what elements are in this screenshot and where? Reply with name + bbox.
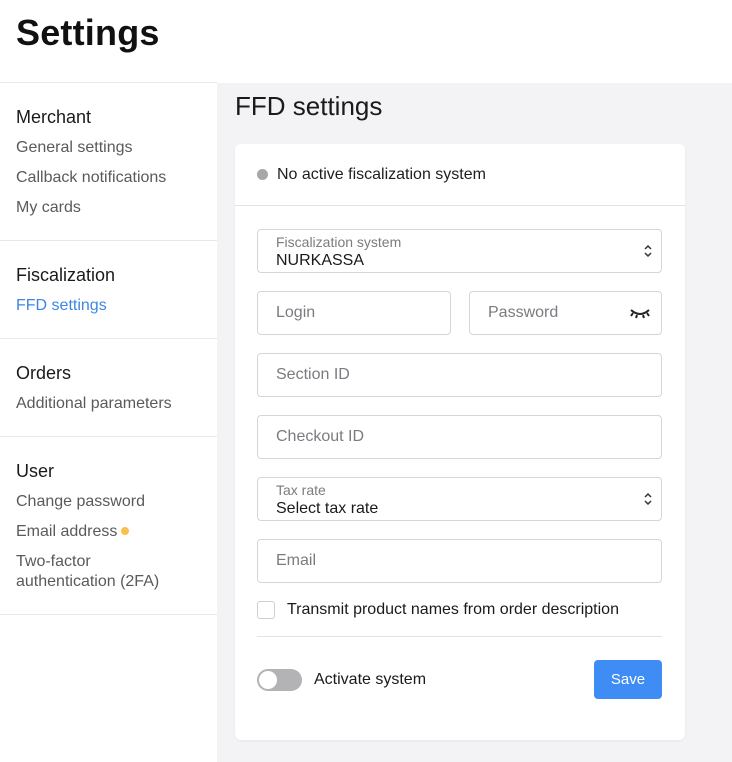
status-dot-icon — [257, 169, 268, 180]
sidebar-heading: Fiscalization — [16, 265, 116, 285]
password-placeholder: Password — [488, 304, 559, 321]
sidebar-section-orders: Orders Additional parameters — [0, 339, 217, 437]
select-arrows-icon — [644, 492, 652, 506]
fiscalization-system-select[interactable]: Fiscalization system NURKASSA — [257, 229, 662, 273]
sidebar-item-my-cards[interactable]: My cards — [16, 198, 201, 218]
sidebar-heading: Merchant — [16, 107, 92, 127]
sidebar-heading: User — [16, 461, 55, 481]
password-input[interactable]: Password — [469, 291, 662, 335]
section-id-placeholder: Section ID — [276, 366, 350, 383]
sidebar-item-email-address[interactable]: Email address — [16, 522, 201, 542]
email-placeholder: Email — [276, 552, 317, 569]
checkout-id-placeholder: Checkout ID — [276, 428, 365, 445]
sidebar-item-general-settings[interactable]: General settings — [16, 138, 201, 158]
tax-rate-select[interactable]: Tax rate Select tax rate — [257, 477, 662, 521]
checkout-id-input[interactable]: Checkout ID — [257, 415, 662, 459]
sidebar-heading: Orders — [16, 363, 72, 383]
save-button[interactable]: Save — [594, 660, 662, 699]
select-arrows-icon — [644, 244, 652, 258]
notification-dot — [121, 527, 130, 535]
page-title: Settings — [16, 12, 160, 53]
sidebar-section-user: User Change password Email address Two-f… — [0, 437, 217, 615]
transmit-product-names-label[interactable]: Transmit product names from order descri… — [287, 601, 619, 619]
sidebar-item-two-factor[interactable]: Two-factor authentication (2FA) — [16, 552, 186, 592]
section-id-input[interactable]: Section ID — [257, 353, 662, 397]
field-label: Tax rate — [276, 482, 326, 498]
section-title: FFD settings — [235, 91, 383, 121]
ffd-settings-card: No active fiscalization system Fiscaliza… — [235, 144, 685, 740]
transmit-product-names-checkbox[interactable] — [257, 601, 275, 619]
status-row: No active fiscalization system — [235, 144, 685, 206]
field-value: NURKASSA — [276, 252, 365, 269]
activate-system-label[interactable]: Activate system — [314, 671, 426, 689]
toggle-knob — [259, 671, 277, 689]
sidebar-item-label: Email address — [16, 523, 118, 540]
field-label: Fiscalization system — [276, 234, 402, 250]
login-input[interactable]: Login — [257, 291, 451, 335]
sidebar: Merchant General settings Callback notif… — [0, 83, 217, 762]
field-value: Select tax rate — [276, 500, 379, 517]
sidebar-item-callback-notifications[interactable]: Callback notifications — [16, 168, 201, 188]
main-content: FFD settings No active fiscalization sys… — [217, 83, 732, 762]
sidebar-item-ffd-settings[interactable]: FFD settings — [16, 296, 201, 316]
eye-closed-icon[interactable] — [629, 306, 651, 320]
email-input[interactable]: Email — [257, 539, 662, 583]
sidebar-item-additional-parameters[interactable]: Additional parameters — [16, 394, 201, 414]
sidebar-section-merchant: Merchant General settings Callback notif… — [0, 83, 217, 241]
activate-system-toggle[interactable] — [257, 669, 302, 691]
sidebar-item-change-password[interactable]: Change password — [16, 492, 201, 512]
login-placeholder: Login — [276, 304, 316, 321]
card-divider — [257, 636, 662, 637]
sidebar-section-fiscalization: Fiscalization FFD settings — [0, 241, 217, 339]
status-text: No active fiscalization system — [277, 165, 486, 183]
